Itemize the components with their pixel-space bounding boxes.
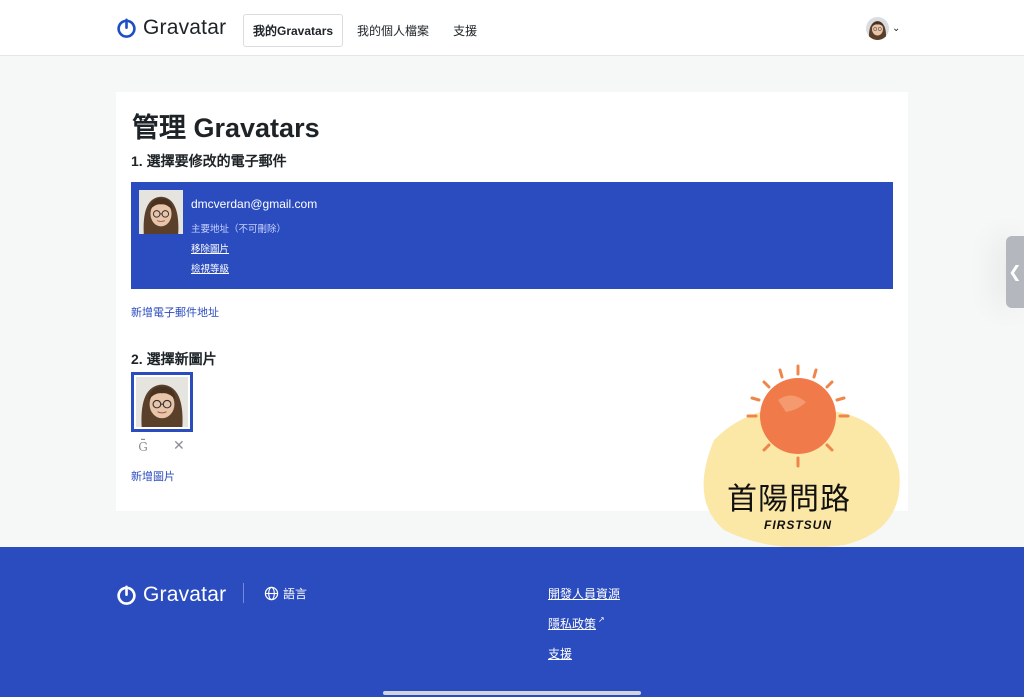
close-icon[interactable]: ✕: [173, 437, 185, 454]
developer-resources-link[interactable]: 開發人員資源: [548, 585, 620, 602]
privacy-policy-label: 隱私政策: [548, 617, 597, 631]
selected-email-item[interactable]: dmcverdan@gmail.com 主要地址（不可刪除） 移除圖片 檢視等級: [131, 182, 893, 289]
brand-name: Gravatar: [143, 16, 227, 39]
nav-my-profile[interactable]: 我的個人檔案: [347, 14, 439, 47]
top-navigation: Gravatar 我的Gravatars 我的個人檔案 支援 ⌄: [0, 0, 1024, 56]
gravatar-logo-icon: [117, 17, 136, 38]
view-rating-link[interactable]: 檢視等級: [191, 261, 229, 275]
email-address: dmcverdan@gmail.com: [191, 197, 318, 211]
watermark-title: 首陽問路: [727, 482, 851, 517]
external-link-icon: ↗: [598, 615, 605, 624]
page-title: 管理 Gravatars: [132, 113, 320, 143]
user-avatar-icon: [866, 17, 889, 40]
language-label: 語言: [283, 587, 308, 601]
side-panel-handle[interactable]: ❮: [1006, 236, 1024, 308]
gravatar-logo-icon: [117, 584, 136, 605]
home-indicator: [383, 691, 641, 695]
remove-image-link[interactable]: 移除圖片: [191, 241, 229, 255]
image-thumbnail[interactable]: [131, 372, 193, 432]
chevron-down-icon: ⌄: [892, 23, 901, 34]
account-menu[interactable]: ⌄: [866, 17, 900, 40]
add-image-link[interactable]: 新增圖片: [131, 468, 175, 484]
main-nav: 我的Gravatars 我的個人檔案 支援: [243, 14, 487, 47]
step-select-email: 1. 選擇要修改的電子郵件: [131, 153, 287, 169]
footer-divider: [243, 583, 244, 603]
watermark-subtitle: FIRSTSUN: [764, 518, 832, 532]
privacy-policy-link[interactable]: 隱私政策 ↗: [548, 615, 605, 632]
nav-support[interactable]: 支援: [443, 14, 487, 47]
rating-letter: G: [138, 440, 148, 454]
step-select-image: 2. 選擇新圖片: [131, 351, 217, 367]
footer-brand-name: Gravatar: [143, 583, 227, 606]
footer-gravatar-logo[interactable]: Gravatar: [116, 583, 226, 607]
primary-address-note: 主要地址（不可刪除）: [191, 224, 287, 235]
rating-g-icon[interactable]: ▬ G: [137, 436, 149, 454]
nav-my-gravatars[interactable]: 我的Gravatars: [243, 14, 344, 47]
footer: Gravatar 語言 開發人員資源 隱私政策 ↗ 支援: [0, 547, 1024, 697]
footer-support-link[interactable]: 支援: [548, 645, 572, 662]
firstsun-watermark: 首陽問路 FIRSTSUN: [694, 360, 904, 555]
language-selector[interactable]: 語言: [264, 585, 307, 602]
chevron-left-icon: ❮: [1008, 264, 1022, 281]
gravatar-logo[interactable]: Gravatar: [116, 16, 226, 40]
add-email-link[interactable]: 新增電子郵件地址: [131, 304, 219, 320]
globe-icon: [264, 586, 279, 601]
email-avatar-image: [139, 190, 183, 234]
